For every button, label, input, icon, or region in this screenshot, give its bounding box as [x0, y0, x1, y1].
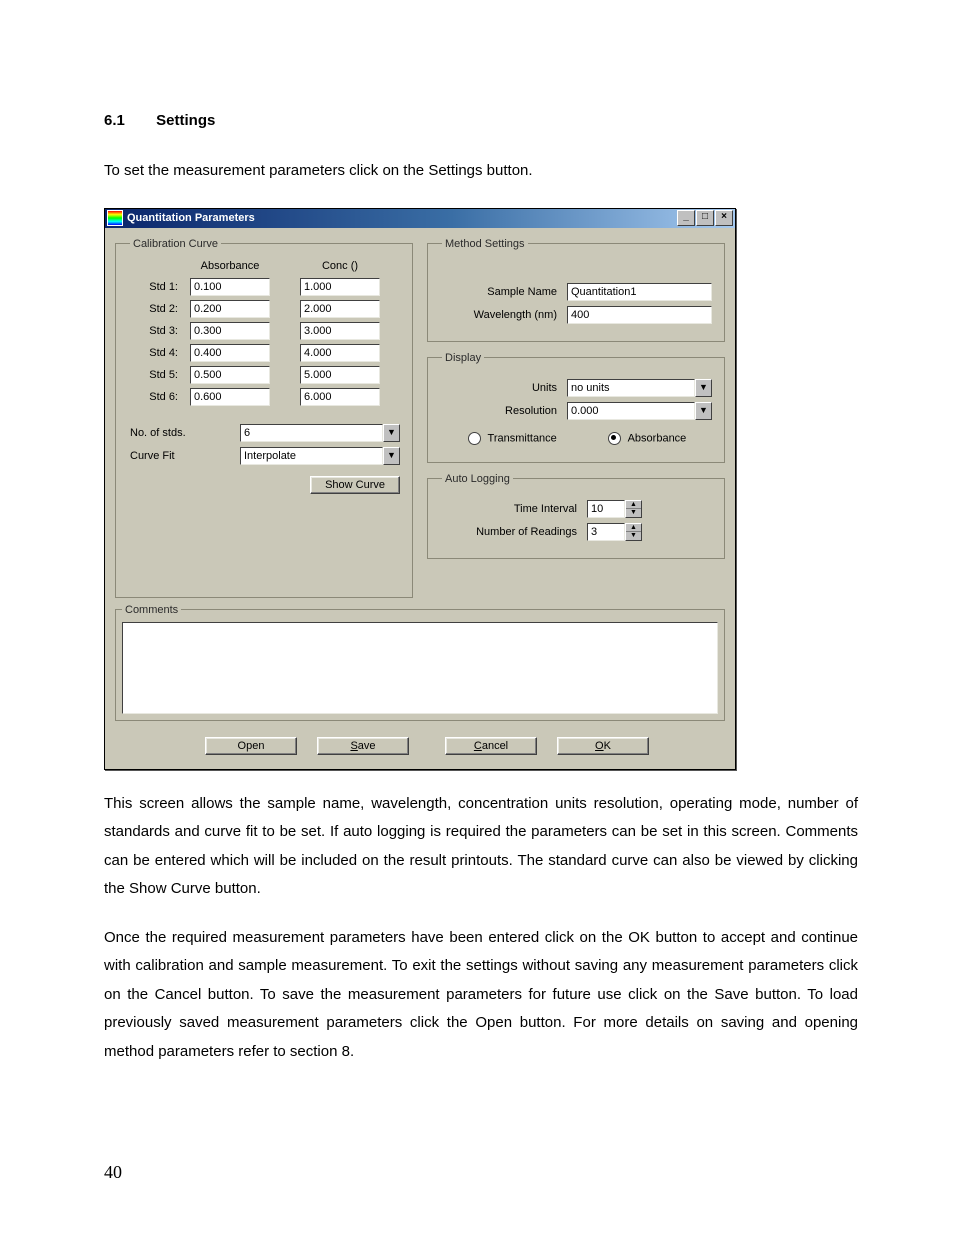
- calibration-curve-group: Calibration Curve Absorbance Conc () Std…: [115, 238, 413, 598]
- auto-logging-group: Auto Logging Time Interval 10 ▲▼ Number …: [427, 473, 725, 559]
- std3-conc-input[interactable]: 3.000: [300, 322, 380, 340]
- chevron-down-icon[interactable]: ▼: [383, 424, 400, 442]
- std-row-1: Std 1: 0.100 1.000: [130, 278, 400, 296]
- radio-icon: [608, 432, 621, 445]
- close-button[interactable]: ×: [715, 210, 733, 226]
- std-row-4: Std 4: 0.400 4.000: [130, 344, 400, 362]
- paragraph-2: Once the required measurement parameters…: [104, 924, 858, 1067]
- col-absorbance: Absorbance: [190, 260, 270, 272]
- intro-paragraph: To set the measurement parameters click …: [104, 157, 858, 186]
- chevron-down-icon[interactable]: ▼: [626, 532, 641, 539]
- std5-label: Std 5:: [130, 369, 190, 381]
- heading-title: Settings: [156, 112, 215, 129]
- std1-abs-input[interactable]: 0.100: [190, 278, 270, 296]
- std6-abs-input[interactable]: 0.600: [190, 388, 270, 406]
- method-settings-group: Method Settings Sample Name Quantitation…: [427, 238, 725, 342]
- sample-name-label: Sample Name: [442, 286, 567, 298]
- section-heading: 6.1 Settings: [104, 112, 858, 129]
- comments-legend: Comments: [122, 604, 181, 616]
- spinner-buttons[interactable]: ▲▼: [625, 500, 642, 518]
- std4-abs-input[interactable]: 0.400: [190, 344, 270, 362]
- absorbance-radio[interactable]: Absorbance: [608, 432, 686, 445]
- display-legend: Display: [442, 352, 484, 364]
- std4-label: Std 4:: [130, 347, 190, 359]
- time-interval-label: Time Interval: [442, 503, 587, 515]
- minimize-button[interactable]: _: [677, 210, 695, 226]
- col-conc: Conc (): [300, 260, 380, 272]
- std2-conc-input[interactable]: 2.000: [300, 300, 380, 318]
- chevron-down-icon[interactable]: ▼: [383, 447, 400, 465]
- std5-abs-input[interactable]: 0.500: [190, 366, 270, 384]
- num-readings-label: Number of Readings: [442, 526, 587, 538]
- ok-button[interactable]: OK: [557, 737, 649, 755]
- resolution-combo[interactable]: 0.000: [567, 402, 695, 420]
- std3-abs-input[interactable]: 0.300: [190, 322, 270, 340]
- show-curve-button[interactable]: Show Curve: [310, 476, 400, 494]
- maximize-button[interactable]: □: [696, 210, 714, 226]
- paragraph-1: This screen allows the sample name, wave…: [104, 790, 858, 904]
- calibration-legend: Calibration Curve: [130, 238, 221, 250]
- curve-fit-label: Curve Fit: [130, 450, 240, 462]
- units-label: Units: [442, 382, 567, 394]
- std1-label: Std 1:: [130, 281, 190, 293]
- titlebar[interactable]: Quantitation Parameters _ □ ×: [105, 209, 735, 228]
- method-legend: Method Settings: [442, 238, 528, 250]
- system-menu-icon[interactable]: [107, 210, 123, 226]
- radio-icon: [468, 432, 481, 445]
- transmittance-radio[interactable]: Transmittance: [468, 432, 557, 445]
- window-title: Quantitation Parameters: [127, 212, 255, 224]
- page-number: 40: [104, 1162, 122, 1183]
- std-row-6: Std 6: 0.600 6.000: [130, 388, 400, 406]
- autolog-legend: Auto Logging: [442, 473, 513, 485]
- display-group: Display Units no units ▼ Resolution 0.00…: [427, 352, 725, 463]
- chevron-down-icon[interactable]: ▼: [695, 379, 712, 397]
- cancel-button[interactable]: Cancel: [445, 737, 537, 755]
- std-row-3: Std 3: 0.300 3.000: [130, 322, 400, 340]
- no-of-stds-label: No. of stds.: [130, 427, 240, 439]
- std4-conc-input[interactable]: 4.000: [300, 344, 380, 362]
- comments-group: Comments: [115, 604, 725, 721]
- std5-conc-input[interactable]: 5.000: [300, 366, 380, 384]
- spinner-buttons[interactable]: ▲▼: [625, 523, 642, 541]
- units-combo[interactable]: no units: [567, 379, 695, 397]
- comments-textarea[interactable]: [122, 622, 718, 714]
- num-readings-spinner[interactable]: 3: [587, 523, 625, 541]
- std6-label: Std 6:: [130, 391, 190, 403]
- open-button[interactable]: Open: [205, 737, 297, 755]
- resolution-label: Resolution: [442, 405, 567, 417]
- chevron-up-icon[interactable]: ▲: [626, 501, 641, 509]
- quantitation-parameters-window: Quantitation Parameters _ □ × Calibratio…: [104, 208, 736, 770]
- wavelength-input[interactable]: 400: [567, 306, 712, 324]
- save-button[interactable]: Save: [317, 737, 409, 755]
- wavelength-label: Wavelength (nm): [442, 309, 567, 321]
- curve-fit-combo[interactable]: Interpolate: [240, 447, 383, 465]
- chevron-up-icon[interactable]: ▲: [626, 524, 641, 532]
- sample-name-input[interactable]: Quantitation1: [567, 283, 712, 301]
- std3-label: Std 3:: [130, 325, 190, 337]
- std6-conc-input[interactable]: 6.000: [300, 388, 380, 406]
- chevron-down-icon[interactable]: ▼: [695, 402, 712, 420]
- heading-number: 6.1: [104, 112, 152, 129]
- std2-label: Std 2:: [130, 303, 190, 315]
- std-row-5: Std 5: 0.500 5.000: [130, 366, 400, 384]
- time-interval-spinner[interactable]: 10: [587, 500, 625, 518]
- no-of-stds-combo[interactable]: 6: [240, 424, 383, 442]
- std-row-2: Std 2: 0.200 2.000: [130, 300, 400, 318]
- chevron-down-icon[interactable]: ▼: [626, 509, 641, 516]
- std1-conc-input[interactable]: 1.000: [300, 278, 380, 296]
- std2-abs-input[interactable]: 0.200: [190, 300, 270, 318]
